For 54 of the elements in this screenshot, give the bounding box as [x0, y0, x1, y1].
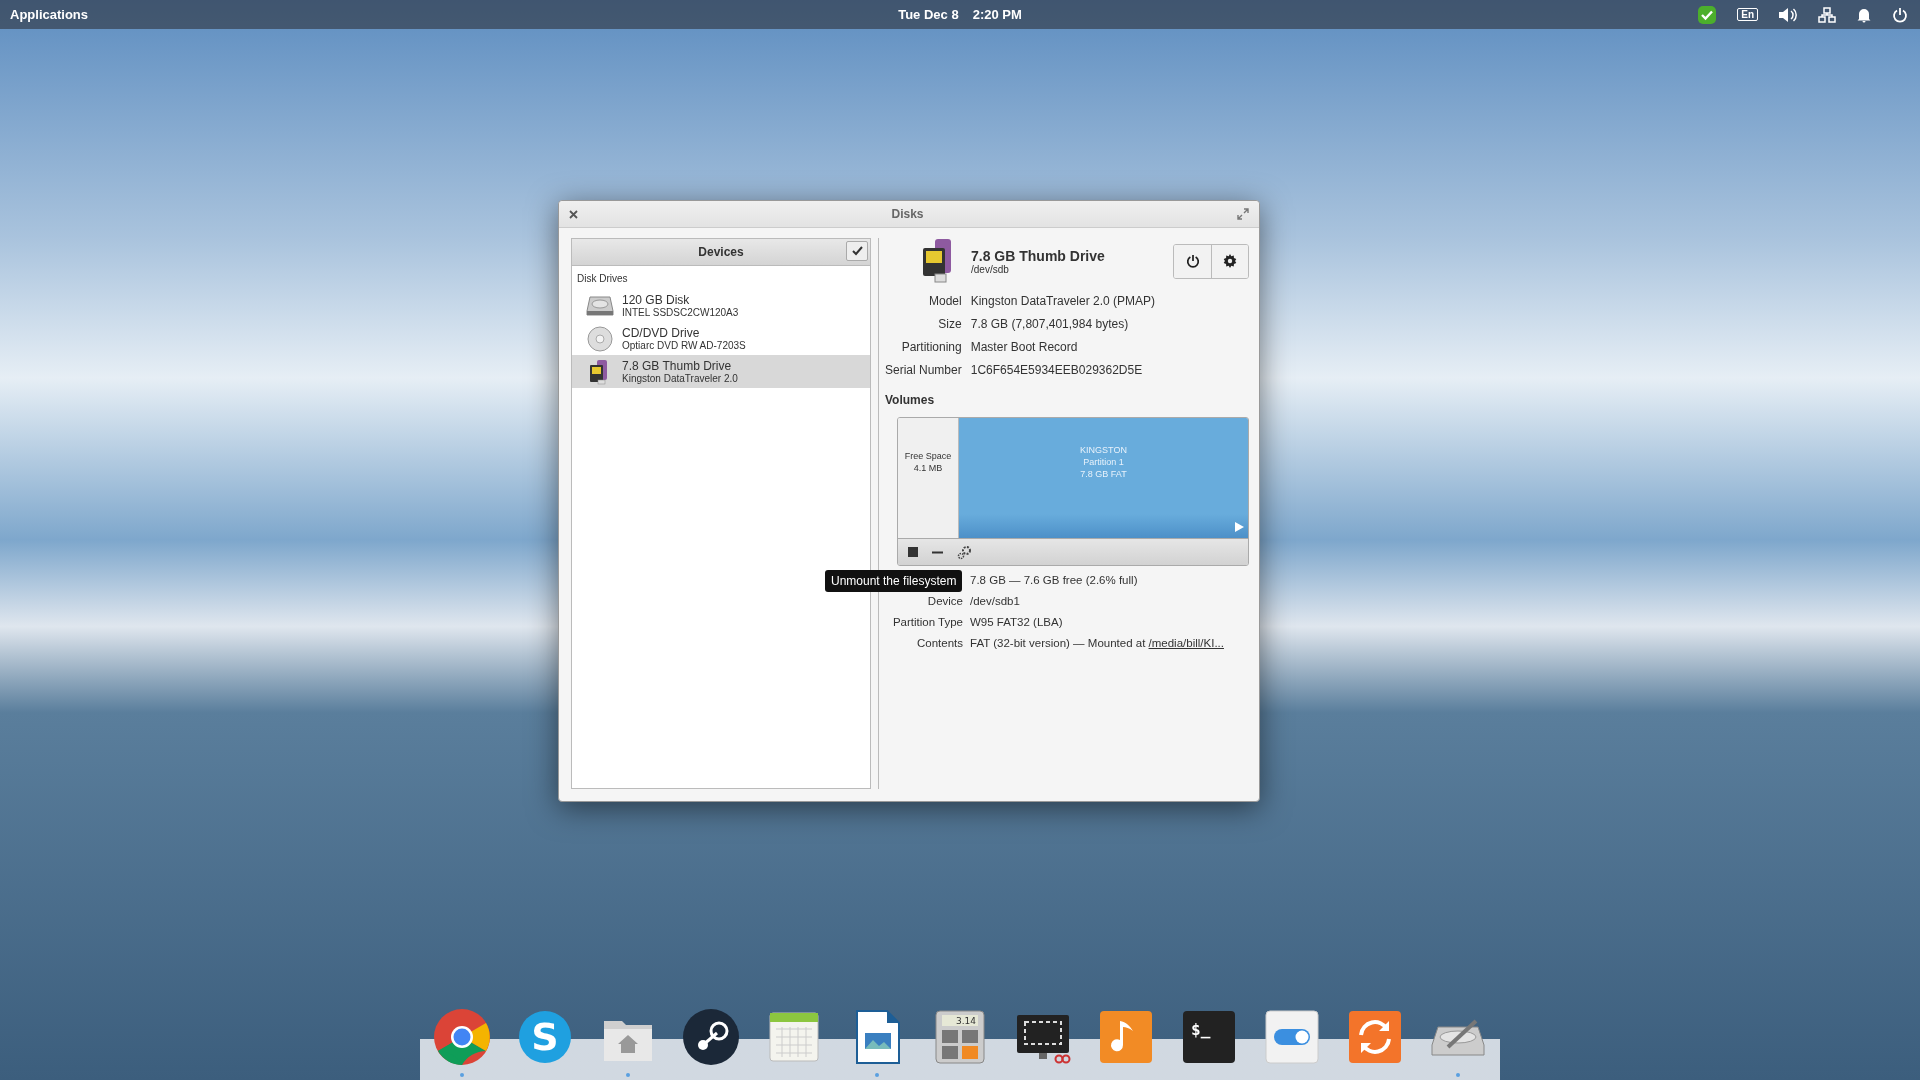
- field-value: 7.8 GB (7,807,401,984 bytes): [970, 317, 1130, 331]
- browser-icon[interactable]: [431, 1007, 492, 1067]
- gear-icon: [1223, 254, 1237, 268]
- field-value: Kingston DataTraveler 2.0 (PMAP): [970, 294, 1156, 308]
- play-icon: [1235, 522, 1244, 532]
- checkmark-icon: [851, 246, 863, 256]
- drive-path: /dev/sdb: [971, 263, 1010, 275]
- field-label: Partitioning: [900, 340, 962, 354]
- segment-label: Free Space 4.1 MB: [904, 451, 952, 475]
- field-label: Size: [937, 317, 962, 331]
- volume-icon[interactable]: [1778, 6, 1798, 23]
- date-text[interactable]: Tue Dec 8: [898, 7, 959, 22]
- device-model: INTEL SSDSC2CW120A3: [622, 307, 739, 318]
- field-label: Serial Number: [885, 363, 962, 377]
- device-item[interactable]: 120 GB Disk INTEL SSDSC2CW120A3: [572, 289, 870, 322]
- optical-disc-icon: [586, 325, 614, 352]
- drive-name: 7.8 GB Thumb Drive: [971, 247, 1106, 264]
- field-label: Partition Type: [891, 616, 963, 628]
- tooltip: Unmount the filesystem: [825, 570, 963, 592]
- field-value: Master Boot Record: [970, 340, 1079, 354]
- device-name: CD/DVD Drive: [622, 326, 701, 340]
- segment-label: KINGSTON Partition 1 7.8 GB FAT: [1080, 445, 1127, 481]
- field-value: /dev/sdb1: [970, 595, 1021, 607]
- keyboard-layout-indicator[interactable]: En: [1737, 8, 1758, 21]
- devices-title: Devices: [698, 245, 744, 259]
- window-title: Disks: [891, 207, 924, 221]
- device-model: Kingston DataTraveler 2.0: [622, 373, 738, 384]
- section-heading: Disk Drives: [576, 272, 629, 286]
- field-label: Contents: [915, 637, 963, 649]
- field-value: W95 FAT32 (LBA): [970, 616, 1064, 628]
- free-space-segment[interactable]: Free Space 4.1 MB: [898, 418, 959, 538]
- device-name: 7.8 GB Thumb Drive: [622, 359, 733, 373]
- device-item[interactable]: CD/DVD Drive Optiarc DVD RW AD-7203S: [572, 322, 870, 355]
- maximize-icon[interactable]: [1237, 208, 1249, 220]
- device-model: Optiarc DVD RW AD-7203S: [622, 340, 746, 351]
- field-value: FAT (32-bit version) — Mounted at /media/bill/KI...: [970, 637, 1225, 649]
- field-label: Device: [926, 595, 963, 607]
- settings-button[interactable]: [1211, 244, 1248, 278]
- device-name: 120 GB Disk: [622, 293, 691, 307]
- bell-icon[interactable]: [1856, 6, 1872, 23]
- field-value: 1C6F654E5934EEB029362D5E: [970, 363, 1144, 377]
- close-icon[interactable]: [569, 209, 578, 219]
- field-value: 7.8 GB — 7.6 GB free (2.6% full): [970, 574, 1139, 586]
- volumes-heading: Volumes: [885, 393, 936, 407]
- device-item[interactable]: 7.8 GB Thumb Drive Kingston DataTraveler 2.0: [572, 355, 870, 388]
- applications-menu[interactable]: Applications: [10, 7, 88, 22]
- time-text[interactable]: 2:20 PM: [972, 7, 1022, 22]
- power-icon: [1185, 254, 1200, 268]
- power-icon[interactable]: [1892, 6, 1908, 23]
- field-label: Model: [928, 294, 962, 308]
- network-icon[interactable]: [1818, 6, 1836, 23]
- check-button[interactable]: [846, 241, 868, 261]
- mount-path-link[interactable]: /media/bill/KI...: [1148, 637, 1224, 649]
- minus-icon[interactable]: [932, 550, 943, 554]
